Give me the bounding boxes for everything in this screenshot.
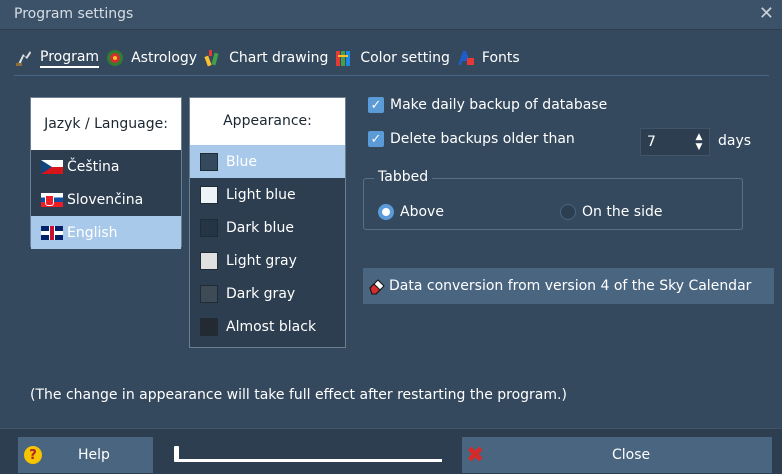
color-swatch xyxy=(200,185,218,204)
spin-up-icon[interactable]: ▲ xyxy=(696,132,703,142)
checkbox-check-icon: ✓ xyxy=(368,97,384,113)
radio-label: On the side xyxy=(582,204,663,220)
appearance-item-light-gray[interactable]: Light gray xyxy=(190,244,345,277)
tab-panel-divider xyxy=(14,75,769,76)
delete-backups-checkbox[interactable]: ✓ Delete backups older than xyxy=(368,131,575,147)
tab-bar: Program Astrology Chart drawing Color se… xyxy=(14,44,526,72)
tab-label: Astrology xyxy=(131,50,198,66)
appearance-item-label: Blue xyxy=(226,153,257,170)
tab-label: Color setting xyxy=(360,50,450,66)
language-listbox[interactable]: Jazyk / Language: Čeština Slovenčina Eng… xyxy=(30,97,182,249)
language-item-label: Slovenčina xyxy=(67,191,144,208)
language-header: Jazyk / Language: xyxy=(31,98,181,150)
close-icon: ✖ xyxy=(466,442,485,468)
language-item-czech[interactable]: Čeština xyxy=(31,150,181,183)
astrology-icon xyxy=(107,50,124,66)
language-item-label: English xyxy=(67,224,118,241)
color-swatch xyxy=(200,317,218,336)
color-swatch xyxy=(200,218,218,237)
window-title: Program settings xyxy=(14,6,134,22)
appearance-item-almost-black[interactable]: Almost black xyxy=(190,310,345,343)
daily-backup-label: Make daily backup of database xyxy=(390,97,608,113)
checkbox-check-icon: ✓ xyxy=(368,131,384,147)
eraser-icon xyxy=(369,279,385,295)
tabbed-side-radio[interactable]: On the side xyxy=(560,204,662,220)
help-label: Help xyxy=(78,447,110,463)
color-swatch xyxy=(200,251,218,270)
tab-program[interactable]: Program xyxy=(14,44,105,72)
appearance-item-label: Almost black xyxy=(226,318,317,335)
fonts-icon xyxy=(457,51,474,65)
close-label: Close xyxy=(612,447,651,463)
tab-color-setting[interactable]: Color setting xyxy=(334,44,456,72)
color-swatch xyxy=(200,152,218,171)
close-button[interactable]: ✖ Close xyxy=(462,437,772,473)
appearance-item-light-blue[interactable]: Light blue xyxy=(190,178,345,211)
chart-drawing-icon xyxy=(204,50,219,67)
tab-chart-drawing[interactable]: Chart drawing xyxy=(203,44,334,72)
tab-label: Fonts xyxy=(481,50,520,66)
program-icon xyxy=(16,51,31,66)
delete-backups-label: Delete backups older than xyxy=(390,131,575,147)
spin-arrows[interactable]: ▲ ▼ xyxy=(689,129,709,155)
appearance-item-label: Dark blue xyxy=(226,219,294,236)
data-conversion-button[interactable]: Data conversion from version 4 of the Sk… xyxy=(363,268,774,304)
language-item-label: Čeština xyxy=(67,158,120,175)
color-setting-icon xyxy=(336,51,351,66)
radio-unselected-icon xyxy=(560,204,576,220)
appearance-header: Appearance: xyxy=(190,98,345,145)
help-icon: ? xyxy=(24,446,42,464)
color-swatch xyxy=(200,284,218,303)
data-conversion-label: Data conversion from version 4 of the Sk… xyxy=(389,278,752,294)
radio-selected-icon xyxy=(378,204,394,220)
appearance-item-dark-gray[interactable]: Dark gray xyxy=(190,277,345,310)
appearance-item-label: Light blue xyxy=(226,186,296,203)
slovak-flag-icon xyxy=(41,192,63,207)
czech-flag-icon xyxy=(41,159,63,174)
slider[interactable] xyxy=(170,443,446,467)
appearance-item-blue[interactable]: Blue xyxy=(190,145,345,178)
uk-flag-icon xyxy=(41,225,63,240)
tabbed-group: Tabbed Above On the side xyxy=(363,169,743,230)
daily-backup-checkbox[interactable]: ✓ Make daily backup of database xyxy=(368,97,607,113)
radio-label: Above xyxy=(400,204,444,220)
days-value[interactable]: 7 xyxy=(641,134,689,150)
tabbed-above-radio[interactable]: Above xyxy=(378,204,444,220)
appearance-item-label: Dark gray xyxy=(226,285,296,302)
appearance-listbox[interactable]: Appearance: Blue Light blue Dark blue Li… xyxy=(189,97,346,348)
tabbed-legend: Tabbed xyxy=(374,169,433,185)
slider-thumb[interactable] xyxy=(174,446,179,462)
tab-fonts[interactable]: Fonts xyxy=(456,44,526,72)
days-label: days xyxy=(718,133,752,149)
title-bar: Program settings ✕ xyxy=(0,0,782,30)
spin-down-icon[interactable]: ▼ xyxy=(696,142,703,152)
language-item-english[interactable]: English xyxy=(31,216,181,249)
days-spinbox[interactable]: 7 ▲ ▼ xyxy=(640,128,710,156)
tab-astrology[interactable]: Astrology xyxy=(105,44,203,72)
appearance-item-label: Light gray xyxy=(226,252,297,269)
tab-label: Program xyxy=(40,49,100,68)
window-close-icon[interactable]: ✕ xyxy=(759,3,774,24)
slider-track[interactable] xyxy=(176,459,442,462)
appearance-note: (The change in appearance will take full… xyxy=(30,387,567,403)
language-item-slovak[interactable]: Slovenčina xyxy=(31,183,181,216)
appearance-item-dark-blue[interactable]: Dark blue xyxy=(190,211,345,244)
help-button[interactable]: ? Help xyxy=(18,437,153,473)
tab-label: Chart drawing xyxy=(229,50,329,66)
